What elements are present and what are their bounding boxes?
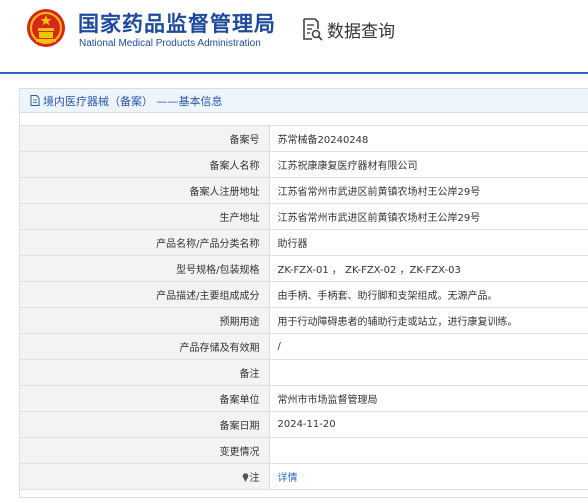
data-query-link[interactable]: 数据查询 — [300, 17, 395, 42]
row-label: 产品存储及有效期 — [20, 333, 270, 360]
row-value: 苏常械备20240248 — [269, 125, 588, 152]
row-label: 变更情况 — [20, 437, 270, 464]
document-icon — [30, 95, 40, 106]
detail-table: 备案号 苏常械备20240248 备案人名称 江苏祝康康复医疗器材有限公司 备案人注册地… — [20, 125, 588, 490]
row-value: 常州市市场监督管理局 — [269, 385, 588, 412]
table-row: 产品存储及有效期 / — [20, 333, 588, 360]
row-value: / — [269, 333, 588, 360]
row-label: 产品描述/主要组成成分 — [20, 281, 270, 308]
row-label: 产品名称/产品分类名称 — [20, 229, 270, 256]
row-value: ZK-FZX-01 ， ZK-FZX-02 ，ZK-FZX-03 — [269, 255, 588, 282]
row-value — [269, 359, 588, 386]
breadcrumb: 境内医疗器械（备案） ——基本信息 — [20, 89, 588, 113]
data-query-label: 数据查询 — [327, 21, 395, 42]
site-title: 国家药品监督管理局 — [78, 12, 276, 36]
row-value: 助行器 — [269, 229, 588, 256]
row-label: 型号规格/包装规格 — [20, 255, 270, 282]
row-value: 江苏省常州市武进区前黄镇农场村王公岸29号 — [269, 177, 588, 204]
table-row: 备注 — [20, 359, 588, 386]
row-label: 备案日期 — [20, 411, 270, 438]
row-label: 备案号 — [20, 125, 270, 152]
row-label: 备案单位 — [20, 385, 270, 412]
breadcrumb-text: 境内医疗器械（备案） ——基本信息 — [43, 94, 223, 108]
row-value: 由手柄、手柄套、助行脚和支架组成。无源产品。 — [269, 281, 588, 308]
national-emblem-icon — [27, 9, 65, 47]
site-header: 国家药品监督管理局 National Medical Products Admi… — [0, 0, 588, 72]
table-row: 备案单位 常州市市场监督管理局 — [20, 385, 588, 412]
table-row: 预期用途 用于行动障碍患者的辅助行走或站立，进行康复训练。 — [20, 307, 588, 334]
table-row: 备案日期 2024-11-20 — [20, 411, 588, 438]
row-label: 备案人注册地址 — [20, 177, 270, 204]
row-value-note: 详情 — [269, 463, 588, 490]
row-value: 江苏祝康康复医疗器材有限公司 — [269, 151, 588, 178]
row-value — [269, 437, 588, 464]
row-label: 备注 — [20, 359, 270, 386]
site-subtitle: National Medical Products Administration — [79, 38, 261, 49]
table-row: 产品描述/主要组成成分 由手柄、手柄套、助行脚和支架组成。无源产品。 — [20, 281, 588, 308]
table-row: 备案人名称 江苏祝康康复医疗器材有限公司 — [20, 151, 588, 178]
row-label: 生产地址 — [20, 203, 270, 230]
row-value: 用于行动障碍患者的辅助行走或站立，进行康复训练。 — [269, 307, 588, 334]
row-value: 江苏省常州市武进区前黄镇农场村王公岸29号 — [269, 203, 588, 230]
table-row: 生产地址 江苏省常州市武进区前黄镇农场村王公岸29号 — [20, 203, 588, 230]
row-label-note: 注 — [20, 463, 270, 490]
detail-link[interactable]: 详情 — [278, 473, 298, 484]
header-divider — [0, 72, 588, 74]
row-label: 预期用途 — [20, 307, 270, 334]
table-row: 型号规格/包装规格 ZK-FZX-01 ， ZK-FZX-02 ，ZK-FZX-0… — [20, 255, 588, 282]
table-row: 变更情况 — [20, 437, 588, 464]
detail-panel: 境内医疗器械（备案） ——基本信息 备案号 苏常械备20240248 备案人名称 江苏… — [19, 88, 588, 498]
document-search-icon — [303, 18, 323, 41]
table-row: 备案号 苏常械备20240248 — [20, 125, 588, 152]
row-value: 2024-11-20 — [269, 411, 588, 438]
table-row: 备案人注册地址 江苏省常州市武进区前黄镇农场村王公岸29号 — [20, 177, 588, 204]
table-row: 产品名称/产品分类名称 助行器 — [20, 229, 588, 256]
row-label: 备案人名称 — [20, 151, 270, 178]
pin-icon — [242, 473, 248, 482]
table-row: 注 详情 — [20, 463, 588, 490]
